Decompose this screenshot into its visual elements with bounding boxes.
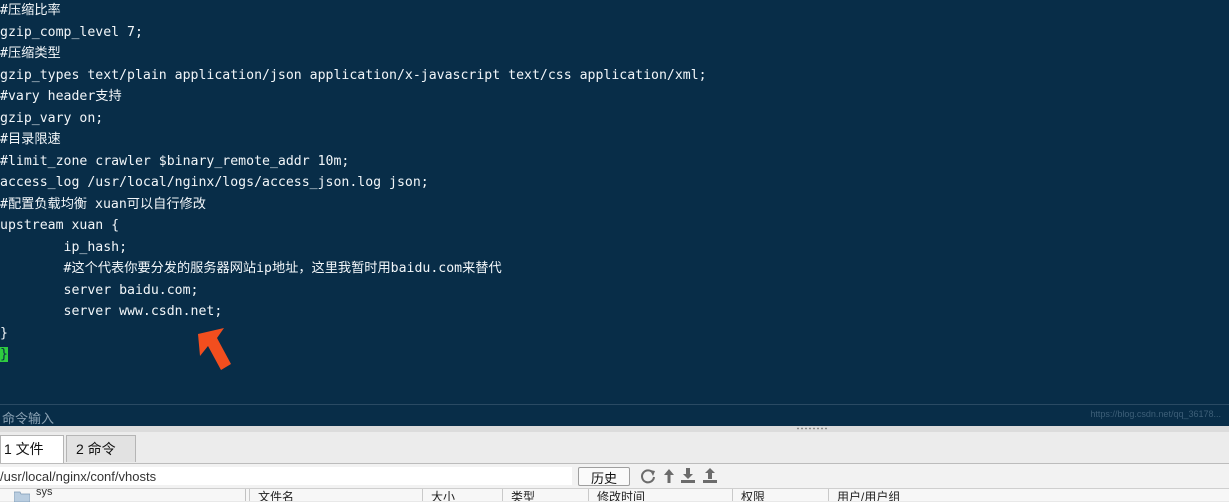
download-icon[interactable]	[679, 467, 697, 485]
path-input[interactable]	[0, 467, 572, 485]
code-line: upstream xuan {	[0, 218, 120, 233]
column-permissions[interactable]: 权限	[732, 489, 828, 501]
watermark: https://blog.csdn.net/qq_36178...	[1090, 409, 1221, 419]
code-line: gzip_comp_level 7;	[0, 24, 143, 40]
code-line: access_log /usr/local/nginx/logs/access_…	[0, 175, 429, 190]
code-line: }	[0, 344, 1229, 366]
tab-commands[interactable]: 2 命令	[66, 435, 136, 462]
code-line: #这个代表你要分发的服务器网站ip地址，这里我暂时用baidu.com来替代	[0, 261, 502, 276]
history-button[interactable]: 历史	[578, 467, 630, 486]
folder-icon	[14, 491, 30, 502]
tree-panel-divider[interactable]	[245, 489, 246, 501]
code-line: gzip_vary on;	[0, 110, 104, 126]
tree-item-label[interactable]: sys	[36, 486, 53, 498]
column-owner-group[interactable]: 用户/用户组	[828, 489, 1229, 501]
config-code: #压缩比率 gzip_comp_level 7; #压缩类型 gzip_types t…	[0, 0, 1229, 366]
column-type[interactable]: 类型	[502, 489, 588, 501]
path-bar: 历史	[0, 464, 1229, 488]
column-modified-time[interactable]: 修改时间	[588, 489, 732, 501]
command-input-bar[interactable]: 命令输入 https://blog.csdn.net/qq_36178...	[0, 404, 1229, 427]
code-line: #配置负载均衡 xuan可以自行修改	[0, 196, 206, 212]
up-arrow-icon[interactable]	[660, 467, 678, 485]
column-size[interactable]: 大小	[422, 489, 502, 501]
code-line: #压缩类型	[0, 46, 61, 61]
upload-icon[interactable]	[701, 467, 719, 485]
tab-bar: 1 文件 2 命令	[0, 432, 1229, 464]
file-list-header: sys 文件名 大小 类型 修改时间 权限 用户/用户组	[0, 486, 1229, 502]
code-line: server www.csdn.net;	[0, 304, 223, 319]
code-line: ip_hash;	[0, 239, 128, 255]
splitter-grip-icon[interactable]	[796, 427, 828, 430]
code-line: #vary header支持	[0, 89, 122, 104]
pointer-arrow-icon	[198, 328, 231, 370]
refresh-icon[interactable]	[639, 467, 657, 485]
code-line: }	[0, 325, 8, 341]
text-cursor: }	[0, 347, 8, 362]
tab-files[interactable]: 1 文件	[0, 435, 64, 463]
code-line: server baidu.com;	[0, 282, 199, 298]
column-filename[interactable]: 文件名	[249, 489, 422, 501]
code-line: #limit_zone crawler $binary_remote_addr …	[0, 153, 350, 169]
code-line: #目录限速	[0, 132, 61, 147]
code-line: #压缩比率	[0, 3, 61, 18]
command-input-label: 命令输入	[2, 411, 55, 426]
terminal-view[interactable]: #压缩比率 gzip_comp_level 7; #压缩类型 gzip_types t…	[0, 0, 1229, 404]
code-line: gzip_types text/plain application/json a…	[0, 67, 707, 83]
